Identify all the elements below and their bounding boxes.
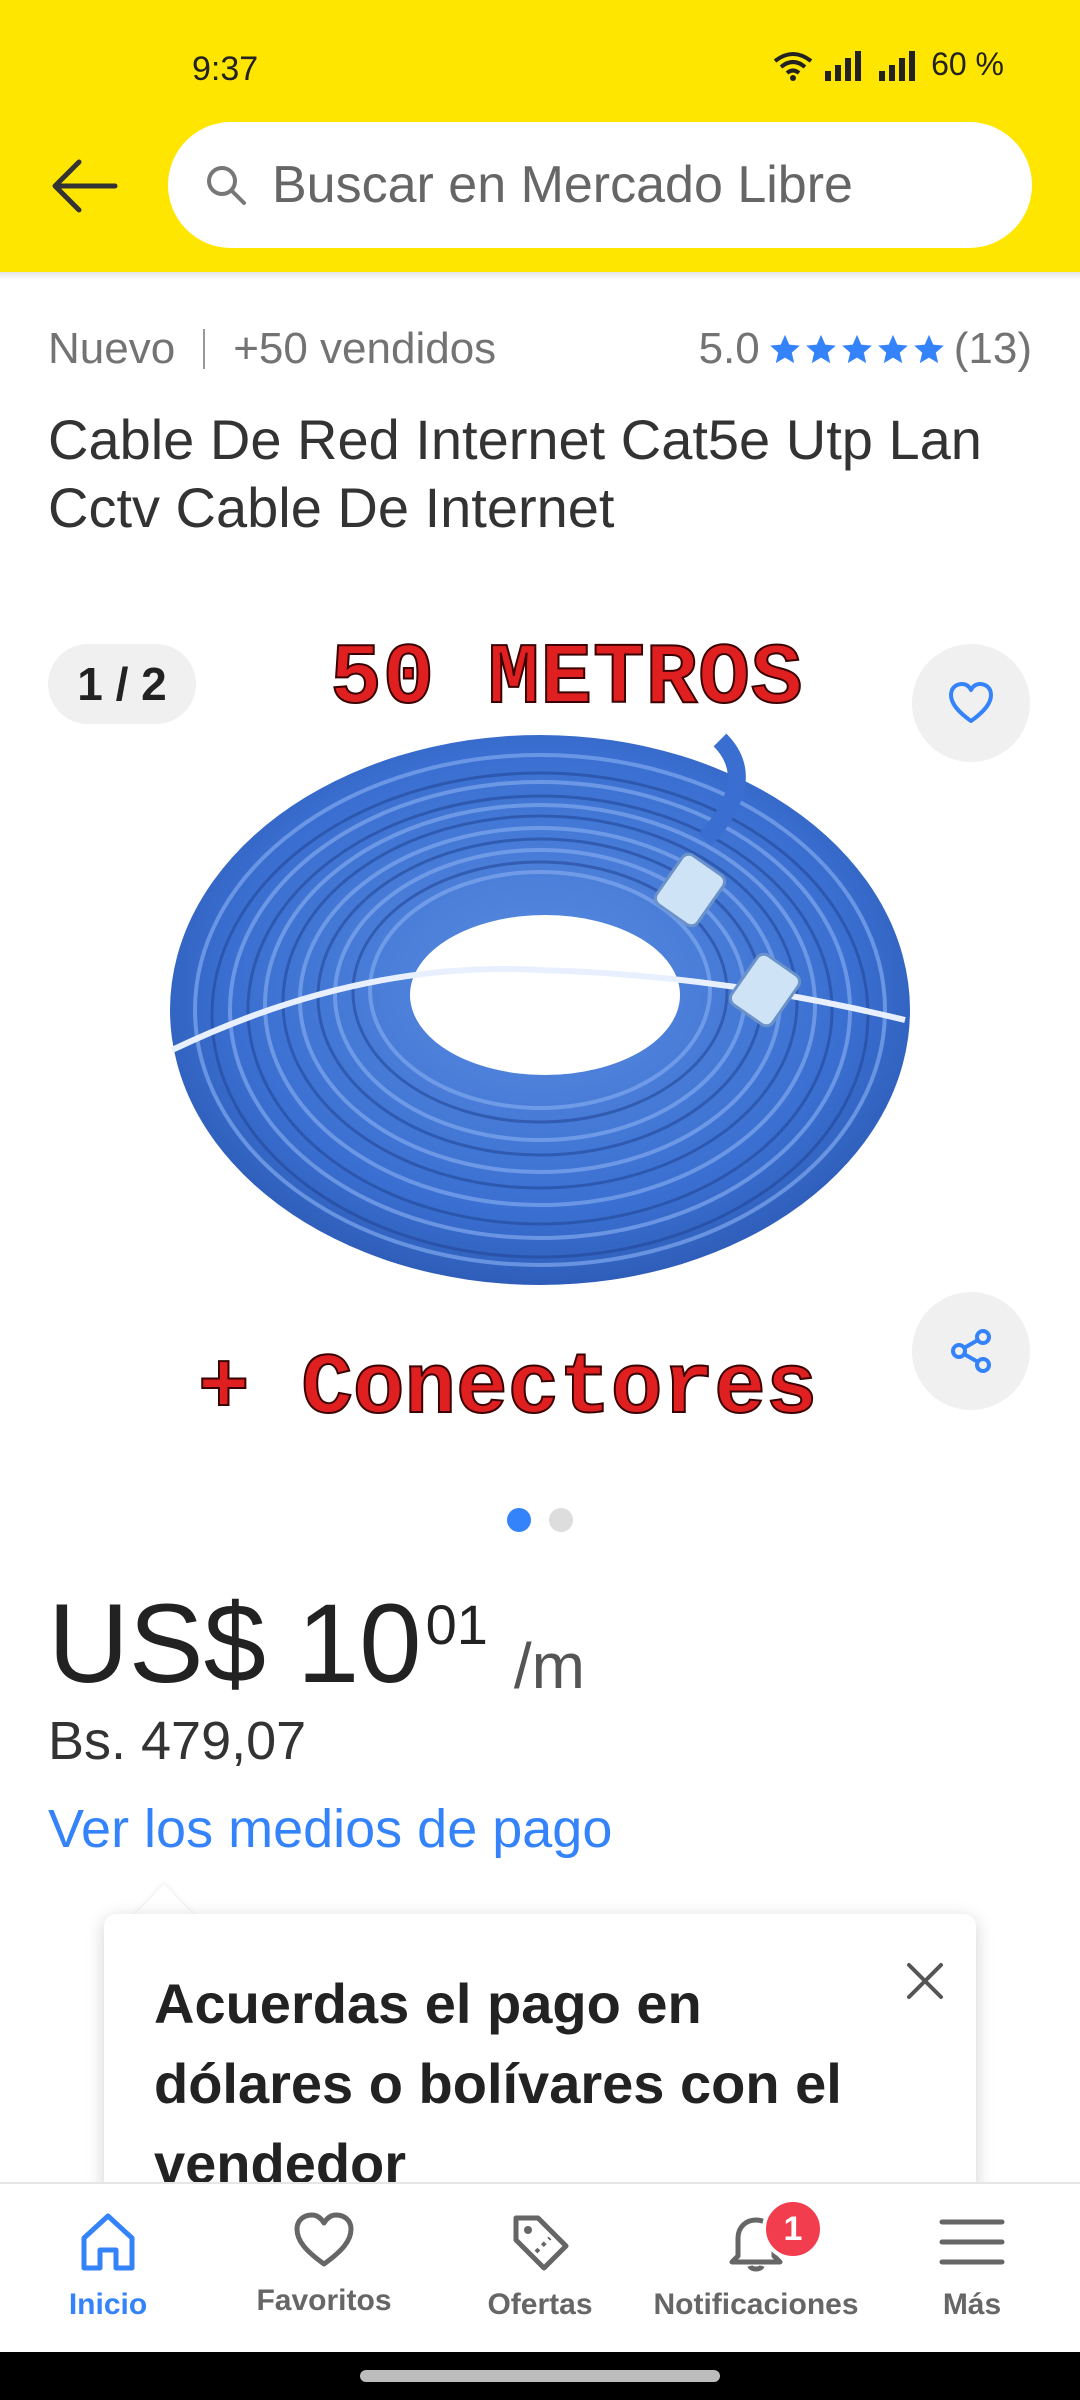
share-button[interactable] bbox=[912, 1292, 1030, 1410]
sold-count: +50 vendidos bbox=[233, 324, 497, 373]
bottom-navigation: Inicio Favoritos Ofertas 1 Notificacione… bbox=[0, 2182, 1080, 2352]
favorite-button[interactable] bbox=[912, 644, 1030, 762]
star-icon bbox=[769, 334, 800, 364]
price-local-currency: Bs. 479,07 bbox=[48, 1711, 307, 1771]
heart-icon bbox=[294, 2212, 354, 2267]
search-bar[interactable] bbox=[168, 122, 1032, 248]
search-input[interactable] bbox=[272, 155, 1012, 215]
header-shadow bbox=[0, 272, 1080, 280]
price-unit: /m bbox=[513, 1630, 585, 1702]
star-icon bbox=[877, 334, 908, 364]
back-button[interactable] bbox=[44, 150, 124, 222]
gallery-pagination bbox=[0, 1508, 1080, 1532]
rating-summary[interactable]: 5.0 (13) bbox=[699, 324, 1032, 374]
status-icons: 60 % bbox=[773, 46, 1004, 83]
pagination-dot[interactable] bbox=[549, 1508, 573, 1532]
wifi-icon bbox=[773, 51, 813, 81]
nav-item-mas[interactable]: Más bbox=[864, 2184, 1080, 2354]
notification-badge: 1 bbox=[762, 2198, 824, 2260]
home-indicator[interactable] bbox=[360, 2370, 720, 2382]
product-meta: Nuevo +50 vendidos 5.0 (13) bbox=[48, 318, 1032, 380]
product-title: Cable De Red Internet Cat5e Utp Lan Cctv… bbox=[48, 408, 982, 539]
close-icon bbox=[907, 1963, 943, 1999]
star-icon bbox=[805, 334, 836, 364]
nav-item-notificaciones[interactable]: 1 Notificaciones bbox=[648, 2184, 864, 2354]
price-amount: US$ 10 bbox=[48, 1581, 422, 1706]
image-gallery[interactable]: 50 METROS + Conectores 1 / 2 bbox=[0, 610, 1080, 1490]
nav-item-favoritos[interactable]: Favoritos bbox=[216, 2184, 432, 2354]
search-icon bbox=[207, 166, 246, 205]
heart-icon bbox=[949, 682, 993, 723]
status-time: 9:37 bbox=[192, 50, 259, 88]
tooltip-text: Acuerdas el pago en dólares o bolívares … bbox=[154, 1972, 842, 2195]
nav-item-inicio[interactable]: Inicio bbox=[0, 2184, 216, 2354]
battery-level: 60 % bbox=[931, 46, 1004, 82]
home-icon bbox=[81, 2213, 135, 2271]
status-bar: 9:37 60 % bbox=[0, 0, 1080, 120]
review-count: (13) bbox=[953, 324, 1032, 373]
tooltip-arrow bbox=[134, 1884, 194, 1916]
arrow-left-icon bbox=[52, 159, 118, 213]
divider bbox=[203, 329, 206, 369]
nav-label-mas: Más bbox=[942, 2288, 1002, 2321]
nav-label-notificaciones: Notificaciones bbox=[653, 2288, 859, 2321]
payment-tooltip: Acuerdas el pago en dólares o bolívares … bbox=[104, 1914, 976, 2214]
tag-icon bbox=[513, 2215, 569, 2271]
share-icon bbox=[951, 1329, 991, 1373]
star-icon bbox=[841, 334, 872, 364]
payment-methods-link[interactable]: Ver los medios de pago bbox=[48, 1798, 612, 1860]
menu-icon bbox=[939, 2219, 1005, 2265]
app-header: 9:37 60 % bbox=[0, 0, 1080, 272]
price: US$ 10 01 /m bbox=[48, 1584, 585, 1704]
product-image-cable bbox=[170, 733, 910, 1285]
rating-value: 5.0 bbox=[698, 324, 760, 373]
star-icon bbox=[913, 334, 944, 364]
nav-label-inicio: Inicio bbox=[68, 2288, 148, 2321]
rating-stars bbox=[768, 332, 946, 366]
nav-label-favoritos: Favoritos bbox=[256, 2284, 392, 2317]
pagination-dot-active[interactable] bbox=[507, 1508, 531, 1532]
image-caption-bottom: + Conectores bbox=[197, 1339, 818, 1439]
image-caption-top: 50 METROS bbox=[329, 629, 804, 729]
signal-icon bbox=[825, 50, 862, 81]
nav-item-ofertas[interactable]: Ofertas bbox=[432, 2184, 648, 2354]
close-button[interactable] bbox=[892, 1948, 958, 2014]
price-cents: 01 bbox=[425, 1593, 488, 1656]
condition-label: Nuevo bbox=[48, 324, 176, 373]
nav-label-ofertas: Ofertas bbox=[487, 2288, 593, 2321]
image-counter: 1 / 2 bbox=[48, 644, 196, 724]
signal-icon-2 bbox=[879, 50, 916, 81]
